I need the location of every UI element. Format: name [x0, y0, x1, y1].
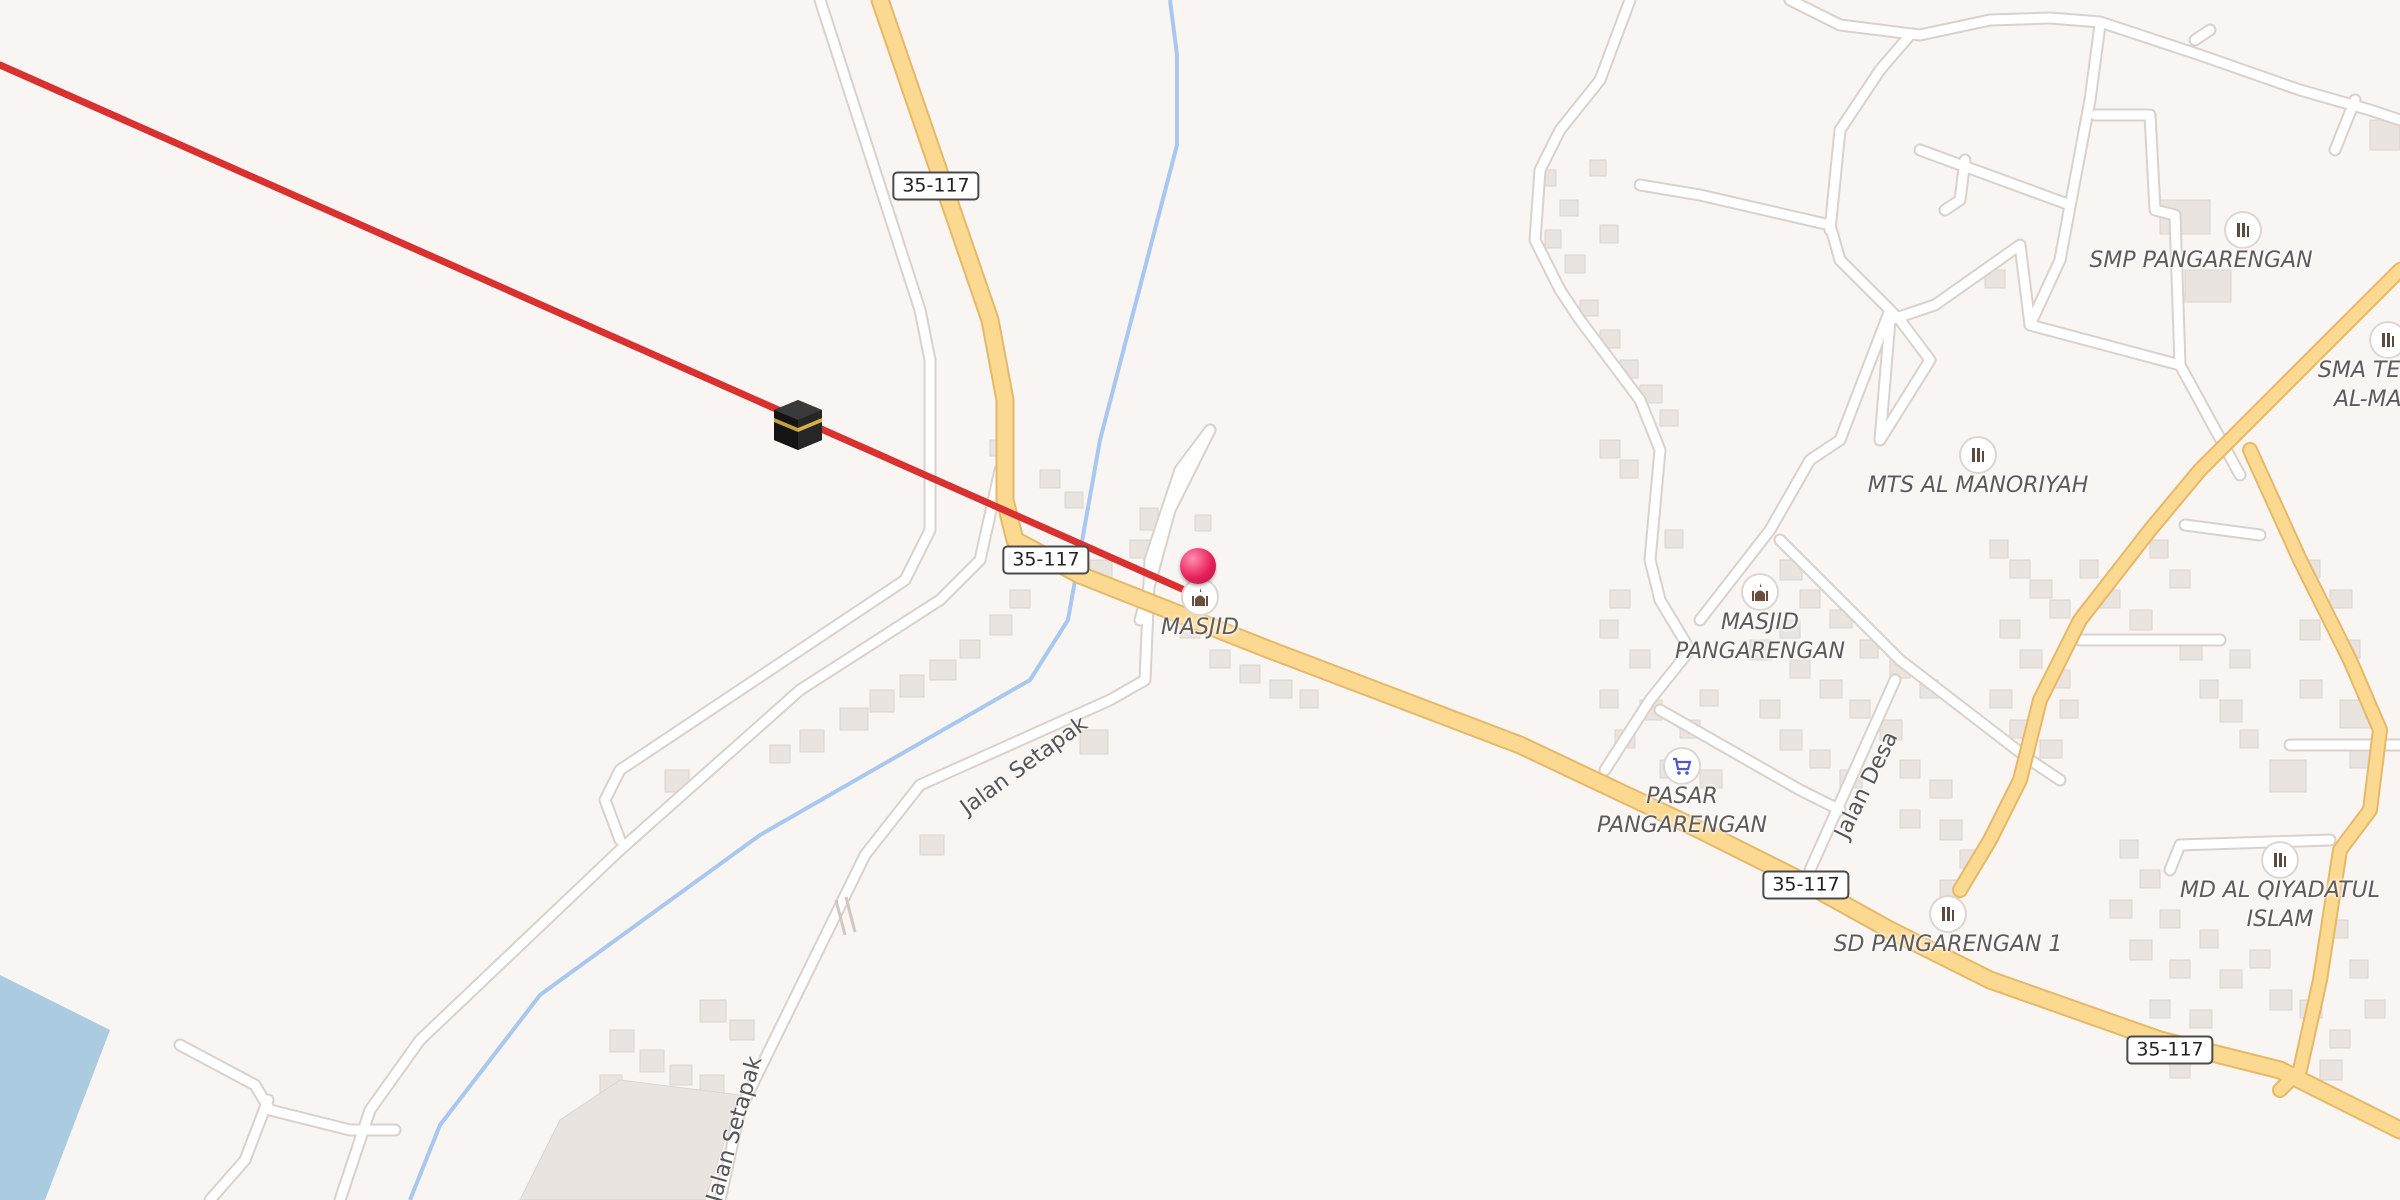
poi-label-sd-pangarengan-1[interactable]: SD PANGARENGAN 1 [1834, 930, 2063, 959]
route-shield: 35-117 [1762, 870, 1850, 900]
poi-label-masjid[interactable]: MASJID [1161, 613, 1239, 642]
poi-label-masjid-pangarengan[interactable]: MASJID PANGARENGAN [1675, 608, 1845, 666]
school-icon[interactable] [2226, 213, 2260, 247]
school-icon[interactable] [1931, 897, 1965, 931]
school-icon[interactable] [2263, 843, 2297, 877]
kaaba-icon[interactable] [770, 396, 826, 452]
route-shield: 35-117 [1002, 545, 1090, 575]
map-view[interactable]: 35-117 35-117 35-117 35-117 Jalan Setapa… [0, 0, 2400, 1200]
poi-label-pasar-pangarengan[interactable]: PASAR PANGARENGAN [1597, 782, 1767, 840]
shopping-cart-icon[interactable] [1665, 749, 1699, 783]
location-pin-icon[interactable] [1180, 548, 1220, 588]
route-shield: 35-117 [2126, 1035, 2214, 1065]
poi-label-md-al-qiyadatul-islam[interactable]: MD AL QIYADATUL ISLAM [2180, 876, 2380, 934]
poi-label-sma-partial[interactable]: SMA TE AL-MA [2318, 356, 2400, 414]
mosque-icon[interactable] [1743, 575, 1777, 609]
route-shield: 35-117 [892, 171, 980, 201]
school-icon[interactable] [2371, 323, 2400, 357]
poi-label-smp-pangarengan[interactable]: SMP PANGARENGAN [2089, 246, 2312, 275]
school-icon[interactable] [1961, 438, 1995, 472]
poi-label-mts-al-manoriyah[interactable]: MTS AL MANORIYAH [1868, 471, 2089, 500]
